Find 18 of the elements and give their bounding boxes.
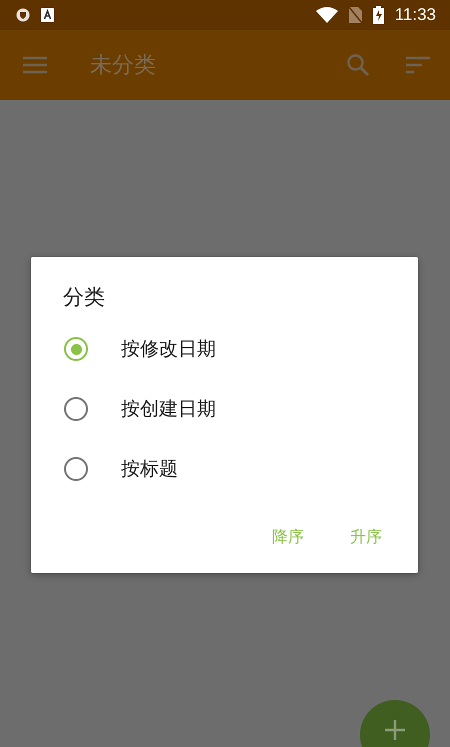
battery-charging-icon xyxy=(372,6,384,24)
dialog-title: 分类 xyxy=(63,284,105,311)
radio-button[interactable] xyxy=(64,457,88,481)
radio-button[interactable] xyxy=(64,337,88,361)
option-label[interactable]: 按修改日期 xyxy=(121,336,216,362)
status-time: 11:33 xyxy=(394,5,436,25)
shield-icon xyxy=(16,8,30,22)
option-label[interactable]: 按创建日期 xyxy=(121,396,216,422)
app-bar-title: 未分类 xyxy=(90,52,157,80)
no-sim-icon xyxy=(348,7,362,23)
wifi-icon xyxy=(316,7,338,23)
option-label[interactable]: 按标题 xyxy=(121,456,178,482)
sort-icon[interactable] xyxy=(406,56,430,74)
notification-icon xyxy=(41,8,54,22)
search-icon[interactable] xyxy=(346,53,370,77)
radio-button[interactable] xyxy=(64,397,88,421)
menu-icon[interactable] xyxy=(23,56,47,74)
plus-icon xyxy=(385,720,405,740)
